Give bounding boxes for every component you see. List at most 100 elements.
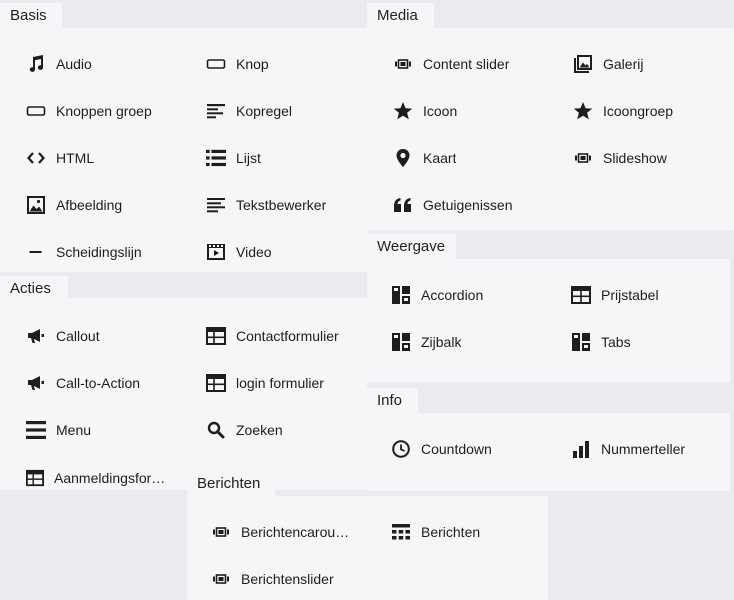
block-call-to-action[interactable]: Call-to-Action xyxy=(26,371,140,395)
block-prijstabel[interactable]: Prijstabel xyxy=(571,283,659,307)
block-icoon[interactable]: Icoon xyxy=(393,99,457,123)
block-audio[interactable]: Audio xyxy=(26,52,92,76)
block-berichtenslider[interactable]: Berichtenslider xyxy=(211,567,334,591)
block-berichten[interactable]: Berichten xyxy=(391,520,480,544)
form-icon xyxy=(25,468,45,488)
block-kopregel[interactable]: Kopregel xyxy=(206,99,292,123)
block-nummerteller[interactable]: Nummerteller xyxy=(571,437,685,461)
block-berichtencarousel-label: Berichtencarou… xyxy=(241,524,350,540)
block-getuigenissen[interactable]: Getuigenissen xyxy=(393,193,513,217)
block-afbeelding-label: Afbeelding xyxy=(56,197,123,213)
acties-tab[interactable]: Acties xyxy=(0,276,68,302)
block-slideshow[interactable]: Slideshow xyxy=(573,146,667,170)
block-html[interactable]: HTML xyxy=(26,146,94,170)
block-login-formulier-label: login formulier xyxy=(236,375,324,391)
slideshow-icon xyxy=(573,148,593,168)
block-lijst-label: Lijst xyxy=(236,150,261,166)
block-tabs-label: Tabs xyxy=(601,334,631,350)
megaphone-icon xyxy=(26,373,46,393)
block-zoeken-label: Zoeken xyxy=(236,422,283,438)
block-aanmeldingsformulier[interactable]: Aanmeldingsfor… xyxy=(25,466,165,490)
search-icon xyxy=(206,420,226,440)
block-contactformulier-label: Contactformulier xyxy=(236,328,339,344)
block-berichtencarousel[interactable]: Berichtencarou… xyxy=(211,520,349,544)
block-scheidingslijn-label: Scheidingslijn xyxy=(56,244,142,260)
block-knop[interactable]: Knop xyxy=(206,52,269,76)
map-marker-icon xyxy=(393,148,413,168)
image-icon xyxy=(26,195,46,215)
layout-icon xyxy=(391,285,411,305)
block-countdown[interactable]: Countdown xyxy=(391,437,492,461)
block-kopregel-label: Kopregel xyxy=(236,103,293,119)
block-berichtenslider-label: Berichtenslider xyxy=(241,571,334,587)
block-countdown-label: Countdown xyxy=(421,441,492,457)
music-note-icon xyxy=(26,54,46,74)
block-prijstabel-label: Prijstabel xyxy=(601,287,659,303)
gallery-icon xyxy=(573,54,593,74)
divider-icon xyxy=(26,242,46,262)
block-nummerteller-label: Nummerteller xyxy=(601,441,686,457)
block-afbeelding[interactable]: Afbeelding xyxy=(26,193,122,217)
block-menu-label: Menu xyxy=(56,422,92,438)
berichten-tab[interactable]: Berichten xyxy=(187,471,275,497)
text-editor-icon xyxy=(206,195,226,215)
table-icon xyxy=(571,285,591,305)
block-knoppen-groep-label: Knoppen groep xyxy=(56,103,152,119)
block-video-label: Video xyxy=(236,244,272,260)
slider-icon xyxy=(211,522,231,542)
block-video[interactable]: Video xyxy=(206,240,272,264)
star-icon xyxy=(573,101,593,121)
block-icoongroep-label: Icoongroep xyxy=(603,103,674,119)
block-icoongroep[interactable]: Icoongroep xyxy=(573,99,673,123)
block-galerij[interactable]: Galerij xyxy=(573,52,643,76)
menu-icon xyxy=(26,420,46,440)
block-accordion-label: Accordion xyxy=(421,287,484,303)
form-icon xyxy=(206,326,226,346)
block-callout[interactable]: Callout xyxy=(26,324,100,348)
block-login-formulier[interactable]: login formulier xyxy=(206,371,324,395)
block-aanmeldingsformulier-label: Aanmeldingsfor… xyxy=(54,470,166,486)
block-zijbalk[interactable]: Zijbalk xyxy=(391,330,461,354)
block-zijbalk-label: Zijbalk xyxy=(421,334,462,350)
block-tekstbewerker-label: Tekstbewerker xyxy=(236,197,327,213)
basis-tab[interactable]: Basis xyxy=(0,3,62,29)
info-tab[interactable]: Info xyxy=(367,388,418,414)
bar-chart-icon xyxy=(571,439,591,459)
block-kaart-label: Kaart xyxy=(423,150,457,166)
button-icon xyxy=(206,54,226,74)
block-audio-label: Audio xyxy=(56,56,92,72)
block-accordion[interactable]: Accordion xyxy=(391,283,483,307)
weergave-tab[interactable]: Weergave xyxy=(367,234,456,260)
megaphone-icon xyxy=(26,326,46,346)
layout-icon xyxy=(391,332,411,352)
posts-grid-icon xyxy=(391,522,411,542)
block-icoon-label: Icoon xyxy=(423,103,458,119)
heading-icon xyxy=(206,101,226,121)
block-zoeken[interactable]: Zoeken xyxy=(206,418,283,442)
block-call-to-action-label: Call-to-Action xyxy=(56,375,141,391)
code-icon xyxy=(26,148,46,168)
block-callout-label: Callout xyxy=(56,328,100,344)
block-lijst[interactable]: Lijst xyxy=(206,146,261,170)
slider-icon xyxy=(211,569,231,589)
block-berichten-label: Berichten xyxy=(421,524,481,540)
list-icon xyxy=(206,148,226,168)
block-tabs[interactable]: Tabs xyxy=(571,330,631,354)
layout-icon xyxy=(571,332,591,352)
form-icon xyxy=(206,373,226,393)
block-kaart[interactable]: Kaart xyxy=(393,146,456,170)
block-content-slider-label: Content slider xyxy=(423,56,510,72)
block-getuigenissen-label: Getuigenissen xyxy=(423,197,513,213)
block-slideshow-label: Slideshow xyxy=(603,150,667,166)
block-menu[interactable]: Menu xyxy=(26,418,91,442)
star-icon xyxy=(393,101,413,121)
block-content-slider[interactable]: Content slider xyxy=(393,52,509,76)
block-scheidingslijn[interactable]: Scheidingslijn xyxy=(26,240,142,264)
block-tekstbewerker[interactable]: Tekstbewerker xyxy=(206,193,326,217)
slider-icon xyxy=(393,54,413,74)
block-knoppen-groep[interactable]: Knoppen groep xyxy=(26,99,152,123)
media-tab[interactable]: Media xyxy=(367,3,434,29)
clock-icon xyxy=(391,439,411,459)
block-html-label: HTML xyxy=(56,150,95,166)
block-contactformulier[interactable]: Contactformulier xyxy=(206,324,339,348)
